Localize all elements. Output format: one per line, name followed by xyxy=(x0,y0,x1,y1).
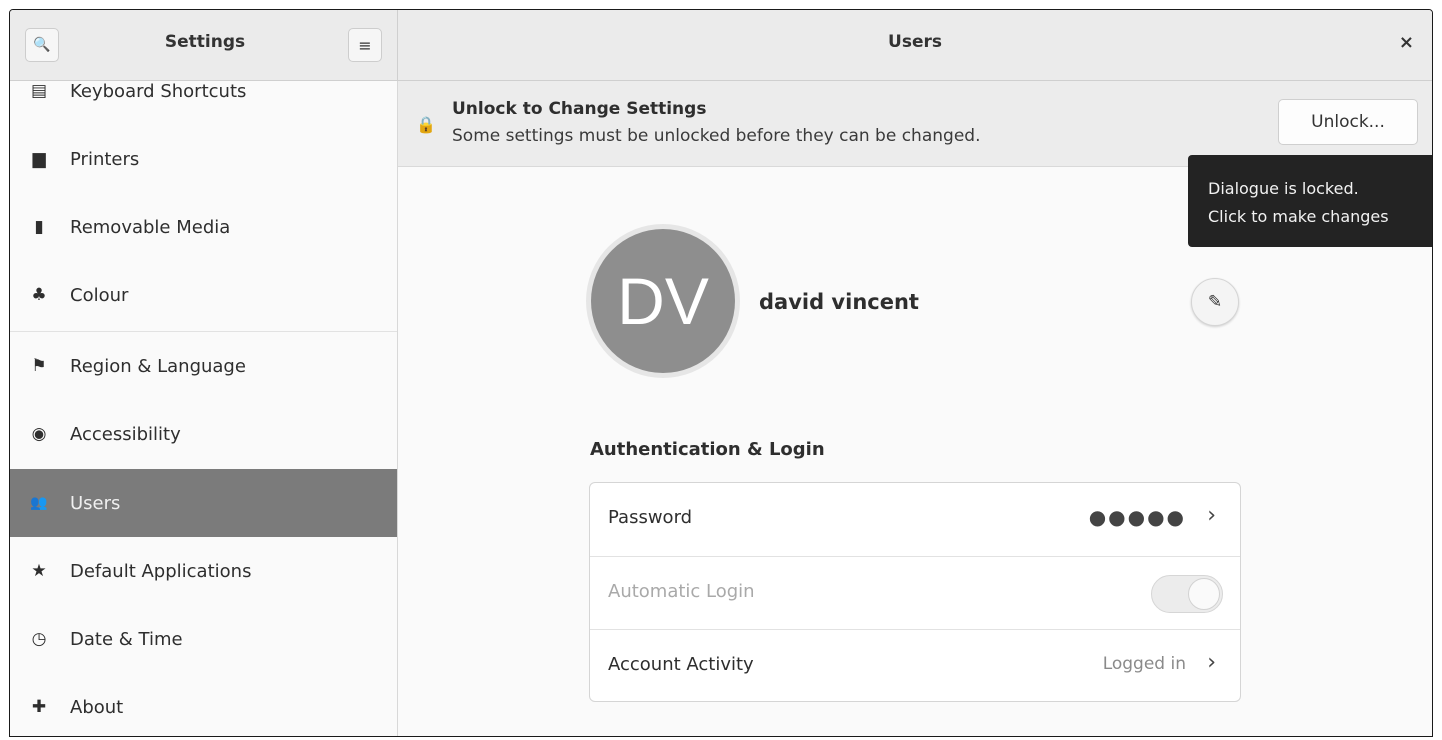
sidebar-item-label: Colour xyxy=(70,284,129,306)
sidebar-item-label: Accessibility xyxy=(70,423,181,445)
page-title: Users xyxy=(888,32,942,52)
sidebar-item-label: Date & Time xyxy=(70,628,183,650)
unlock-button[interactable]: Unlock... xyxy=(1278,99,1418,145)
sidebar-item-removable-media[interactable]: ▮ Removable Media xyxy=(10,193,397,261)
avatar[interactable]: DV xyxy=(591,229,735,373)
edit-name-button[interactable]: ✎ xyxy=(1191,278,1239,326)
star-icon: ★ xyxy=(31,561,47,581)
sidebar-item-colour[interactable]: ♣ Colour xyxy=(10,261,397,329)
automatic-login-row: Automatic Login xyxy=(590,556,1240,629)
locked-tooltip: Dialogue is locked. Click to make change… xyxy=(1188,155,1432,247)
sidebar-item-region-language[interactable]: ⚑ Region & Language xyxy=(10,332,397,400)
sidebar-item-label: Printers xyxy=(70,148,140,170)
hamburger-menu-icon: ≡ xyxy=(358,35,372,55)
close-icon: × xyxy=(1398,32,1414,53)
pencil-icon: ✎ xyxy=(1207,292,1223,312)
colour-icon: ♣ xyxy=(31,285,47,305)
sidebar-header: 🔍 Settings ≡ xyxy=(10,10,398,80)
sidebar-item-about[interactable]: ✚ About xyxy=(10,673,397,736)
menu-button[interactable]: ≡ xyxy=(348,28,382,62)
usb-drive-icon: ▮ xyxy=(34,217,44,237)
sidebar-item-users[interactable]: 👥 Users xyxy=(10,469,397,537)
sidebar-item-keyboard-shortcuts[interactable]: ▤ Keyboard Shortcuts xyxy=(10,81,397,125)
automatic-login-label: Automatic Login xyxy=(608,581,755,602)
password-label: Password xyxy=(608,507,693,528)
account-activity-value: Logged in xyxy=(1102,654,1186,674)
sidebar-item-label: Removable Media xyxy=(70,216,231,238)
header-bar: 🔍 Settings ≡ Users × xyxy=(10,10,1432,81)
sidebar-item-label: Users xyxy=(70,492,121,514)
sidebar-item-label: About xyxy=(70,696,124,718)
account-activity-label: Account Activity xyxy=(608,654,754,675)
infobar-subtitle: Some settings must be unlocked before th… xyxy=(452,126,981,146)
tooltip-line-1: Dialogue is locked. xyxy=(1208,179,1359,198)
chevron-right-icon: › xyxy=(1207,503,1216,528)
clock-icon: ◷ xyxy=(31,629,47,649)
printer-icon: ▆ xyxy=(32,149,46,169)
avatar-initials: DV xyxy=(617,264,709,338)
user-full-name: david vincent xyxy=(759,290,919,314)
account-activity-row[interactable]: Account Activity Logged in › xyxy=(590,629,1240,701)
users-icon: 👥 xyxy=(30,495,48,511)
automatic-login-switch[interactable] xyxy=(1151,575,1223,613)
sidebar-item-printers[interactable]: ▆ Printers xyxy=(10,125,397,193)
sidebar-title: Settings xyxy=(164,32,246,52)
chevron-right-icon: › xyxy=(1207,650,1216,675)
keyboard-icon: ▤ xyxy=(30,81,48,101)
search-button[interactable]: 🔍 xyxy=(25,28,59,62)
settings-window: 🔍 Settings ≡ Users × ▤ Keyboard Shortcut… xyxy=(9,9,1433,737)
sidebar-item-label: Keyboard Shortcuts xyxy=(70,81,247,102)
lock-icon: 🔒 xyxy=(416,115,436,134)
password-value: ●●●●● xyxy=(1088,505,1186,529)
tooltip-line-2: Click to make changes xyxy=(1208,207,1389,226)
accessibility-icon: ◉ xyxy=(31,424,47,444)
flag-icon: ⚑ xyxy=(31,356,47,376)
section-title-authentication: Authentication & Login xyxy=(590,439,825,460)
close-button[interactable]: × xyxy=(1399,32,1414,53)
infobar-title: Unlock to Change Settings xyxy=(452,99,707,119)
sidebar-item-date-time[interactable]: ◷ Date & Time xyxy=(10,605,397,673)
sidebar: ▤ Keyboard Shortcuts ▆ Printers ▮ Remova… xyxy=(10,81,398,736)
sidebar-item-accessibility[interactable]: ◉ Accessibility xyxy=(10,400,397,468)
sidebar-item-label: Region & Language xyxy=(70,355,246,377)
password-row[interactable]: Password ●●●●● › xyxy=(590,483,1240,556)
sidebar-item-default-applications[interactable]: ★ Default Applications xyxy=(10,537,397,605)
sidebar-item-label: Default Applications xyxy=(70,560,252,582)
about-icon: ✚ xyxy=(31,697,47,717)
search-icon: 🔍 xyxy=(33,37,51,53)
switch-knob xyxy=(1188,578,1220,610)
authentication-card: Password ●●●●● › Automatic Login Account… xyxy=(589,482,1241,702)
